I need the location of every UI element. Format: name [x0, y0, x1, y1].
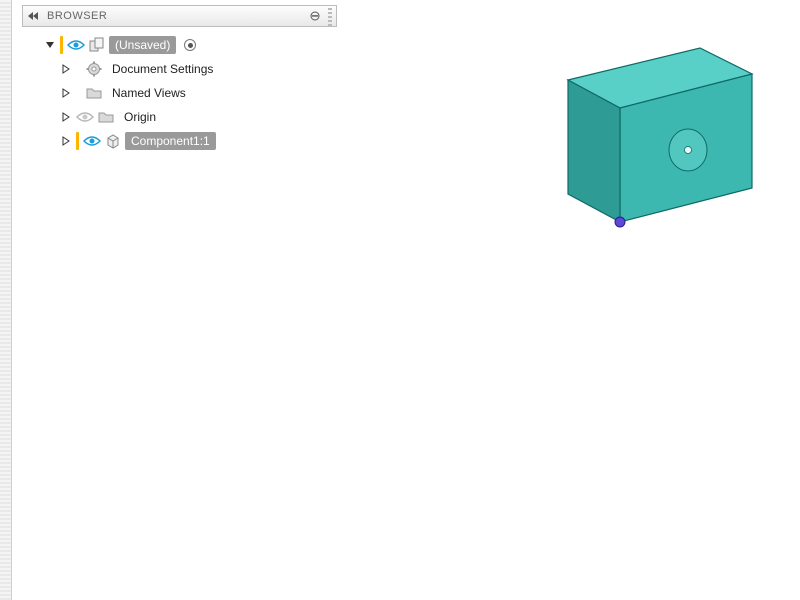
caret-right-icon[interactable] — [60, 63, 72, 75]
tree-root-label[interactable]: (Unsaved) — [109, 36, 176, 54]
tree-row-named-views[interactable]: Named Views — [26, 81, 337, 105]
tree-item-label[interactable]: Origin — [118, 108, 162, 126]
visibility-off-icon[interactable] — [76, 110, 94, 124]
caret-down-icon[interactable] — [44, 39, 56, 51]
tree-item-label[interactable]: Component1:1 — [125, 132, 216, 150]
origin-point-icon[interactable] — [615, 217, 625, 227]
body-icon — [105, 133, 121, 149]
folder-icon — [98, 109, 114, 125]
caret-right-icon[interactable] — [60, 87, 72, 99]
browser-tree: (Unsaved) Document Settings N — [22, 27, 337, 153]
hole-center — [685, 147, 692, 154]
tree-row-document-settings[interactable]: Document Settings — [26, 57, 337, 81]
component-root-icon — [89, 37, 105, 53]
browser-panel: BROWSER (Unsaved) — [22, 5, 337, 153]
active-marker — [76, 132, 79, 150]
gear-icon — [86, 61, 102, 77]
visibility-icon[interactable] — [83, 134, 101, 148]
active-marker — [60, 36, 63, 54]
viewport-3d[interactable] — [340, 0, 800, 600]
minimize-icon[interactable] — [308, 9, 322, 23]
panel-title: BROWSER — [47, 10, 302, 22]
rewind-icon[interactable] — [27, 9, 41, 23]
caret-right-icon[interactable] — [60, 111, 72, 123]
folder-icon — [86, 85, 102, 101]
tree-row-component1[interactable]: Component1:1 — [26, 129, 337, 153]
tree-root-row[interactable]: (Unsaved) — [26, 33, 337, 57]
tree-item-label[interactable]: Named Views — [106, 84, 192, 102]
activate-radio-icon[interactable] — [184, 39, 196, 51]
model-box[interactable] — [520, 40, 780, 263]
left-rail — [0, 0, 12, 600]
tree-row-origin[interactable]: Origin — [26, 105, 337, 129]
panel-resize-handle[interactable] — [328, 6, 332, 26]
caret-right-icon[interactable] — [60, 135, 72, 147]
browser-panel-header[interactable]: BROWSER — [22, 5, 337, 27]
visibility-icon[interactable] — [67, 38, 85, 52]
tree-item-label[interactable]: Document Settings — [106, 60, 219, 78]
